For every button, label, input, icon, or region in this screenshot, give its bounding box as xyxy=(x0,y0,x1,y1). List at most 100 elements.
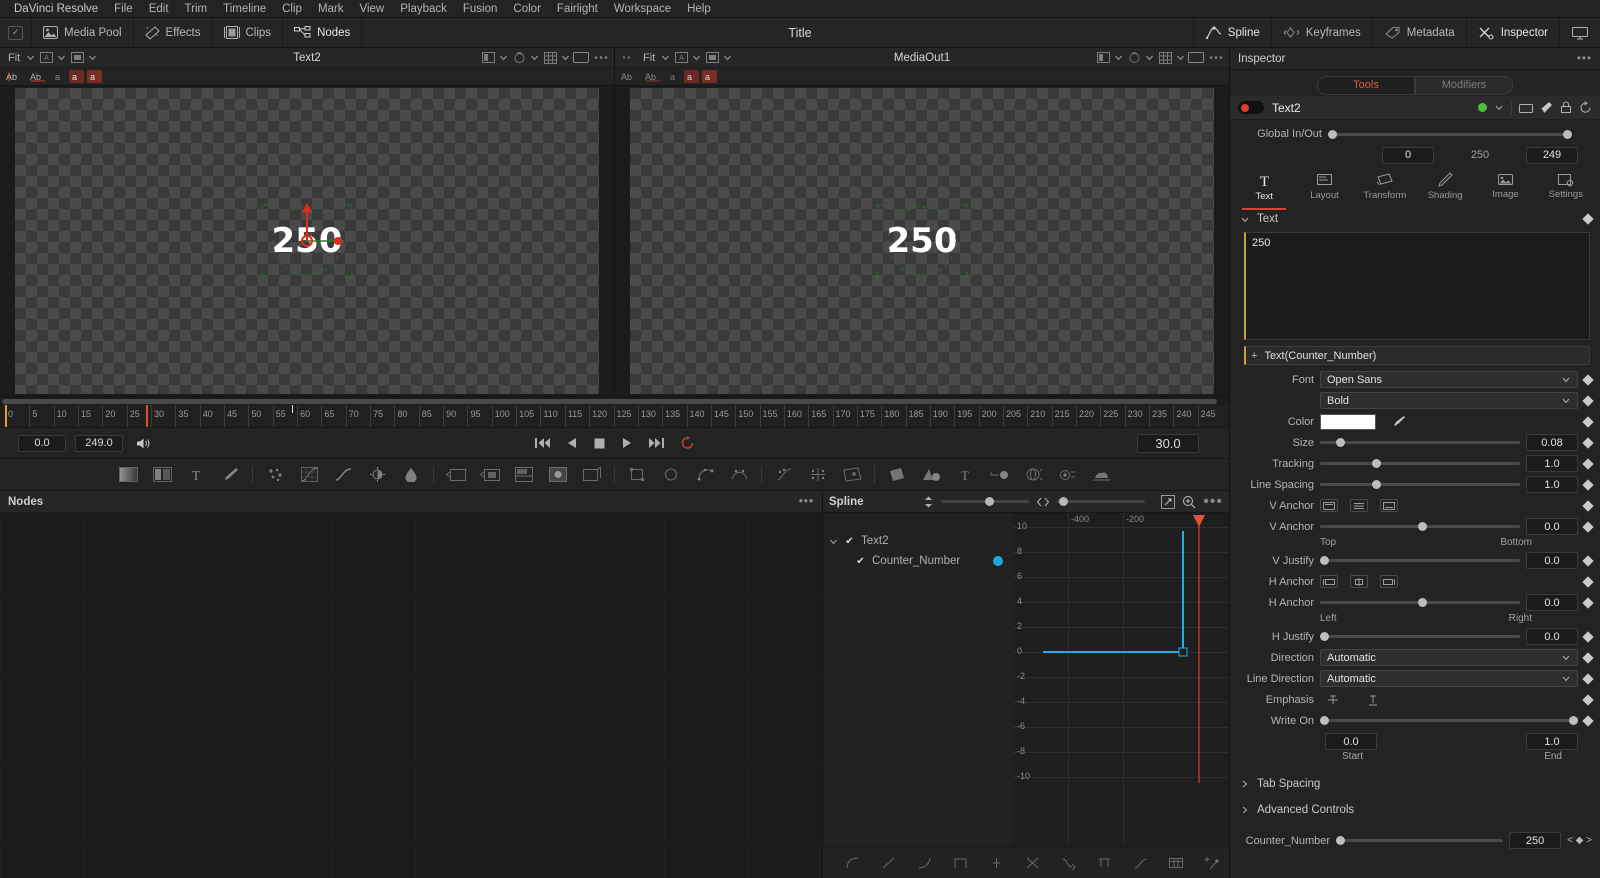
crop-tool-icon[interactable] xyxy=(507,460,541,490)
keyframe-diamond-tracking[interactable] xyxy=(1582,457,1594,470)
property-tab-image[interactable]: Image xyxy=(1475,172,1535,208)
menu-item-fairlight[interactable]: Fairlight xyxy=(549,0,606,18)
reverse-keyframe-icon[interactable] xyxy=(1015,850,1049,876)
node-enable-toggle[interactable] xyxy=(1238,101,1264,114)
fog-3d-icon[interactable] xyxy=(1084,460,1118,490)
menu-item-color[interactable]: Color xyxy=(505,0,548,18)
time-stretch-icon[interactable] xyxy=(1087,850,1121,876)
menu-item-workspace[interactable]: Workspace xyxy=(606,0,679,18)
direction-dropdown[interactable]: Automatic xyxy=(1320,649,1578,666)
viewer-left-transform-widget[interactable] xyxy=(252,195,362,287)
polygon-mask-icon[interactable] xyxy=(688,460,722,490)
write-on-start-knob[interactable] xyxy=(1320,716,1329,725)
keyframe-diamond-v-anchor-buttons[interactable] xyxy=(1582,499,1594,512)
color-curves-tool-icon[interactable] xyxy=(292,460,326,490)
property-tab-transform[interactable]: Transform xyxy=(1355,172,1415,208)
viewer-left-split-button[interactable] xyxy=(479,50,497,66)
v-anchor-field[interactable]: 0.0 xyxy=(1526,518,1578,535)
h-anchor-slider[interactable] xyxy=(1320,598,1520,607)
shape-box-icon[interactable] xyxy=(1123,850,1157,876)
chevron-down-icon[interactable] xyxy=(530,53,539,62)
keyframe-diamond-line-spacing[interactable] xyxy=(1582,478,1594,491)
global-out-knob[interactable] xyxy=(1563,129,1572,139)
jump-end-button[interactable] xyxy=(648,437,664,449)
point-light-icon[interactable] xyxy=(982,460,1016,490)
background-tool-icon[interactable] xyxy=(111,460,145,490)
menu-item-file[interactable]: File xyxy=(106,0,141,18)
spline-tree-row-counter-number[interactable]: ✔ Counter_Number xyxy=(823,551,1013,571)
viewer-right-text-tool-2[interactable]: Ab xyxy=(643,70,664,83)
toolbar-button-display[interactable] xyxy=(1559,17,1600,48)
section-header-text[interactable]: Text xyxy=(1230,208,1600,230)
tracking-field[interactable]: 1.0 xyxy=(1526,455,1578,472)
write-on-end-field[interactable]: 1.0 xyxy=(1526,733,1578,750)
property-tab-settings[interactable]: Settings xyxy=(1536,172,1596,208)
h-anchor-knob[interactable] xyxy=(1418,598,1427,607)
menu-item-timeline[interactable]: Timeline xyxy=(215,0,274,18)
eyedropper-icon[interactable] xyxy=(1392,415,1406,428)
keyframe-diamond-color[interactable] xyxy=(1582,415,1594,428)
toolbar-button-clips[interactable]: Clips xyxy=(213,17,284,48)
rectangle-mask-icon[interactable] xyxy=(620,460,654,490)
pin-icon[interactable] xyxy=(1540,101,1553,114)
viewer-left-grid-button[interactable] xyxy=(541,50,559,66)
reset-icon[interactable] xyxy=(1579,101,1592,114)
keyframe-diamond-text[interactable] xyxy=(1582,213,1594,225)
view-node-icon[interactable] xyxy=(1519,102,1533,114)
jump-start-button[interactable] xyxy=(534,437,550,449)
viewer-right-fullscreen-button[interactable] xyxy=(1187,50,1205,66)
transform-tool-icon[interactable] xyxy=(439,460,473,490)
write-on-end-knob[interactable] xyxy=(1569,716,1578,725)
chevron-down-icon[interactable] xyxy=(57,53,66,62)
color-swatch[interactable] xyxy=(1320,413,1376,430)
keyframe-diamond-font-style[interactable] xyxy=(1582,394,1594,407)
tab-modifiers[interactable]: Modifiers xyxy=(1415,75,1513,95)
keyframe-diamond-v-anchor[interactable] xyxy=(1582,520,1594,533)
property-tab-text[interactable]: T Text xyxy=(1234,172,1294,210)
viewer-left-text-tool-4[interactable]: a xyxy=(69,70,84,83)
viewer-left-text-tool-5[interactable]: a xyxy=(87,70,102,83)
horizontal-fit-icon[interactable] xyxy=(1036,497,1049,507)
tab-tools[interactable]: Tools xyxy=(1317,75,1415,95)
v-justify-knob[interactable] xyxy=(1320,556,1329,565)
viewer-right-fit-label[interactable]: Fit xyxy=(639,52,659,64)
v-anchor-bottom-button[interactable] xyxy=(1380,499,1398,512)
font-style-dropdown[interactable]: Bold xyxy=(1320,392,1578,409)
menu-item-playback[interactable]: Playback xyxy=(392,0,455,18)
flat-keyframe-icon[interactable] xyxy=(979,850,1013,876)
viewer-right-alpha-button[interactable]: A xyxy=(672,50,690,66)
toolbar-button-keyframes[interactable]: Keyframes xyxy=(1270,17,1372,48)
inspector-options-icon[interactable]: ••• xyxy=(1577,53,1592,65)
line-direction-dropdown[interactable]: Automatic xyxy=(1320,670,1578,687)
viewer-right-layout-button[interactable] xyxy=(703,50,721,66)
toolbar-button-effects[interactable]: Effects xyxy=(134,17,213,48)
bspline-mask-icon[interactable] xyxy=(722,460,756,490)
blur-tool-icon[interactable] xyxy=(394,460,428,490)
menu-item-mark[interactable]: Mark xyxy=(310,0,352,18)
viewer-right-lut-button[interactable] xyxy=(1125,50,1143,66)
fit-to-window-icon[interactable] xyxy=(1161,494,1176,509)
matte-tool-icon[interactable] xyxy=(541,460,575,490)
property-tab-shading[interactable]: Shading xyxy=(1415,172,1475,208)
tracker-tool-icon[interactable] xyxy=(767,460,801,490)
viewer-right-text-tool-3[interactable]: a xyxy=(667,70,681,83)
keyframe-diamond-h-anchor[interactable] xyxy=(1582,596,1594,609)
viewer-right-text-tool-4[interactable]: a xyxy=(684,70,699,83)
viewer-right-more-button[interactable] xyxy=(1207,50,1225,66)
line-spacing-slider[interactable] xyxy=(1320,480,1520,489)
viewer-right-text-tool-1[interactable]: Ab xyxy=(619,70,640,83)
spline-graph[interactable]: 10 8 6 4 2 0 -2 -4 -6 -8 -10 -400 -200 xyxy=(1013,513,1229,846)
menu-item-trim[interactable]: Trim xyxy=(177,0,216,18)
loop-button[interactable] xyxy=(681,436,695,450)
chevron-right-icon[interactable] xyxy=(1240,805,1249,815)
chevron-down-icon[interactable] xyxy=(1240,215,1250,224)
keyframe-diamond-font[interactable] xyxy=(1582,373,1594,386)
viewer-right-canvas[interactable]: 250 xyxy=(615,86,1229,396)
viewer-left-canvas[interactable]: 250 xyxy=(0,86,614,396)
checkbox-toggle-icon[interactable]: ✓ xyxy=(8,25,23,40)
keyframe-diamond-size[interactable] xyxy=(1582,436,1594,449)
timeline-scrollbar[interactable] xyxy=(0,396,1229,405)
lock-icon[interactable] xyxy=(1560,101,1572,114)
menu-item-help[interactable]: Help xyxy=(679,0,719,18)
v-anchor-slider[interactable] xyxy=(1320,522,1520,531)
